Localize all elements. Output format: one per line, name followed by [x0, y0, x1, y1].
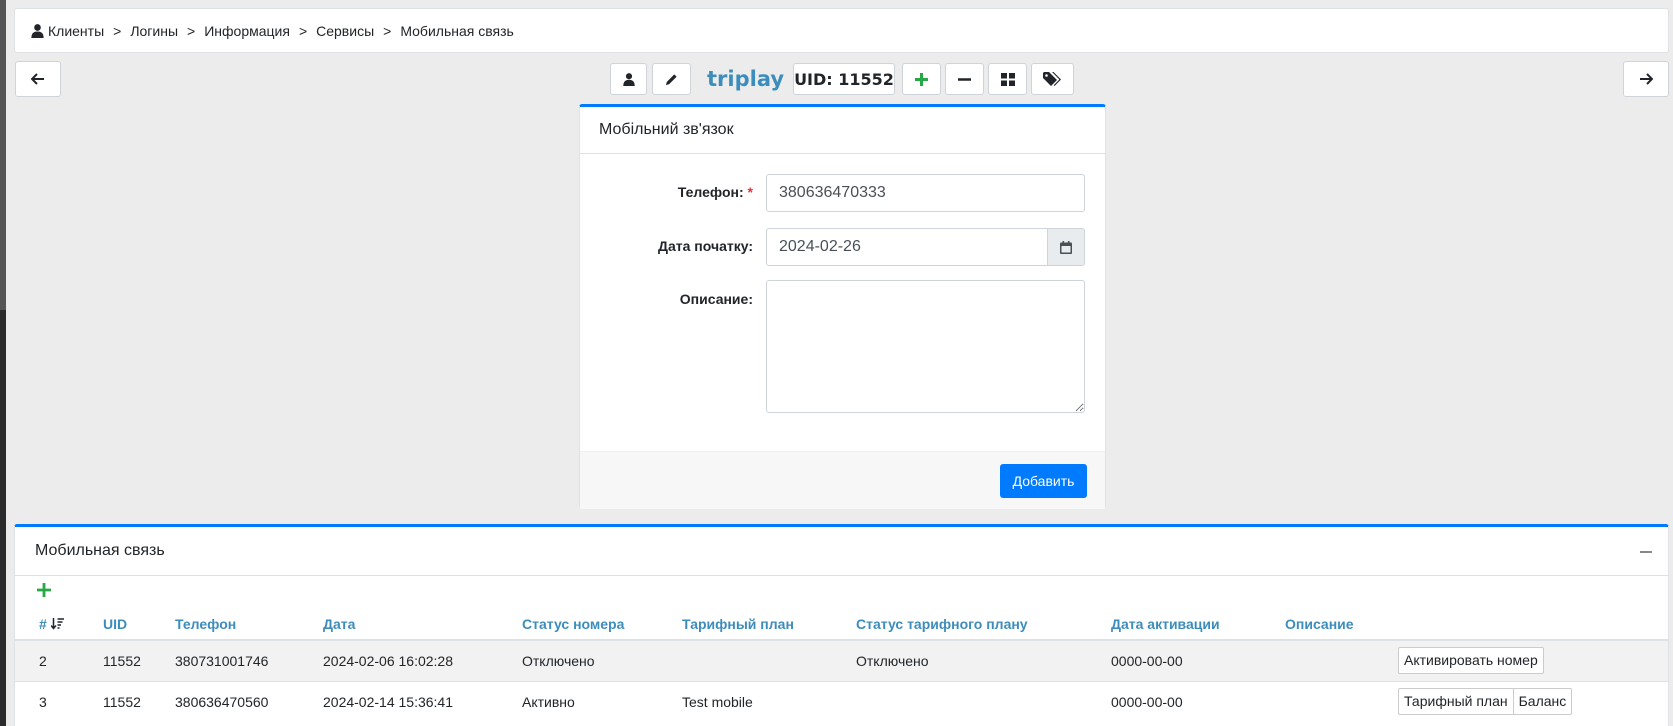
start-date-label: Дата початку:: [658, 238, 753, 254]
add-row-icon[interactable]: [37, 583, 51, 597]
cell-date: 2024-02-14 15:36:41: [323, 680, 522, 722]
col-activation-date[interactable]: Дата активации: [1111, 609, 1285, 641]
required-mark: *: [747, 184, 753, 200]
cell-tariff-status: [856, 680, 1111, 722]
calendar-button[interactable]: [1047, 228, 1085, 266]
cell-number: 3: [15, 680, 103, 722]
breadcrumb-separator: >: [383, 22, 392, 39]
form-card-title: Мобільний зв'язок: [580, 107, 1105, 154]
uid-badge: UID: 11552: [793, 63, 895, 95]
cell-number-status: Отключено: [522, 639, 682, 681]
scrollbar-thumb[interactable]: [0, 0, 6, 310]
cell-uid: 11552: [103, 639, 175, 681]
cell-description: [1285, 680, 1398, 722]
phone-input[interactable]: [766, 174, 1085, 212]
back-button[interactable]: [15, 61, 61, 97]
breadcrumb-logins[interactable]: Логины: [130, 23, 178, 39]
col-tariff-status[interactable]: Статус тарифного плану: [856, 609, 1111, 641]
grid-button[interactable]: [988, 63, 1027, 95]
col-number-status[interactable]: Статус номера: [522, 609, 682, 641]
mobile-form-card: Мобільний зв'язок Телефон: * Дата початк…: [579, 104, 1106, 509]
cell-phone: 380731001746: [175, 639, 323, 681]
user-icon: [622, 72, 635, 86]
breadcrumb-separator: >: [298, 22, 308, 39]
breadcrumb-clients[interactable]: Клиенты: [48, 23, 104, 39]
user-profile-button[interactable]: [610, 63, 647, 95]
cell-number-status: Активно: [522, 680, 682, 722]
phone-label: Телефон: *: [678, 184, 753, 200]
window-edge: [0, 0, 6, 726]
breadcrumb-separator: >: [113, 22, 122, 39]
submit-add-button[interactable]: Добавить: [1000, 464, 1087, 498]
phone-label-text: Телефон:: [677, 184, 744, 200]
breadcrumb-services[interactable]: Сервисы: [316, 23, 374, 39]
tariff-plan-button[interactable]: Тарифный план: [1398, 688, 1514, 716]
row-action-group: Тарифный план Баланс: [1398, 688, 1573, 716]
edit-button[interactable]: [652, 63, 691, 95]
mobile-list-card: Мобильная связь # UID Телефон Дата Стату…: [14, 524, 1669, 726]
activate-number-button[interactable]: Активировать номер: [1398, 647, 1544, 675]
user-icon: [31, 23, 44, 38]
list-card-header: Мобильная связь: [15, 527, 1668, 576]
remove-button[interactable]: [945, 63, 984, 95]
col-number[interactable]: #: [15, 609, 103, 641]
cell-tariff: [682, 639, 856, 681]
minus-icon: [958, 77, 971, 81]
plus-icon: [915, 72, 928, 86]
list-card-title: Мобильная связь: [35, 542, 165, 559]
cell-description: [1285, 639, 1398, 681]
arrow-left-icon: [31, 73, 44, 85]
cell-tariff: Test mobile: [682, 680, 856, 722]
add-button[interactable]: [902, 63, 941, 95]
cell-activation-date: 0000-00-00: [1111, 639, 1285, 681]
breadcrumb-separator: >: [187, 22, 196, 39]
col-tariff[interactable]: Тарифный план: [682, 609, 856, 641]
form-footer: Добавить: [580, 451, 1105, 509]
tags-icon: [1043, 71, 1061, 86]
balance-button[interactable]: Баланс: [1513, 688, 1573, 716]
breadcrumb: Клиенты > Логины > Информация > Сервисы …: [14, 8, 1669, 53]
cell-phone: 380636470560: [175, 680, 323, 722]
col-number-label: #: [39, 616, 47, 632]
cell-date: 2024-02-06 16:02:28: [323, 639, 522, 681]
collapse-icon[interactable]: [1640, 551, 1652, 553]
cell-activation-date: 0000-00-00: [1111, 680, 1285, 722]
description-label: Описание:: [679, 291, 753, 307]
pencil-icon: [665, 73, 677, 85]
mobile-table: # UID Телефон Дата Статус номера Тарифны…: [15, 609, 1668, 722]
breadcrumb-mobile: Мобильная связь: [400, 22, 514, 39]
col-actions: [1398, 609, 1668, 641]
grid-icon: [1000, 72, 1015, 86]
description-textarea[interactable]: [766, 280, 1085, 413]
cell-actions: Тарифный план Баланс: [1398, 680, 1668, 722]
start-date-input[interactable]: [766, 228, 1048, 266]
table-row: 3 11552 380636470560 2024-02-14 15:36:41…: [15, 680, 1668, 722]
cell-tariff-status: Отключено: [856, 639, 1111, 681]
table-row: 2 11552 380731001746 2024-02-06 16:02:28…: [15, 639, 1668, 681]
breadcrumb-info[interactable]: Информация: [204, 23, 290, 39]
col-phone[interactable]: Телефон: [175, 609, 323, 641]
tags-button[interactable]: [1031, 63, 1074, 95]
col-date[interactable]: Дата: [323, 609, 522, 641]
forward-button[interactable]: [1623, 61, 1669, 97]
login-name[interactable]: triplay: [707, 62, 784, 96]
cell-number: 2: [15, 639, 103, 681]
cell-actions: Активировать номер: [1398, 639, 1668, 681]
arrow-right-icon: [1640, 73, 1653, 85]
col-uid[interactable]: UID: [103, 609, 175, 641]
cell-uid: 11552: [103, 680, 175, 722]
calendar-icon: [1060, 240, 1072, 254]
col-description[interactable]: Описание: [1285, 609, 1398, 641]
sort-desc-icon: [50, 618, 64, 630]
start-date-field: [766, 228, 1085, 266]
